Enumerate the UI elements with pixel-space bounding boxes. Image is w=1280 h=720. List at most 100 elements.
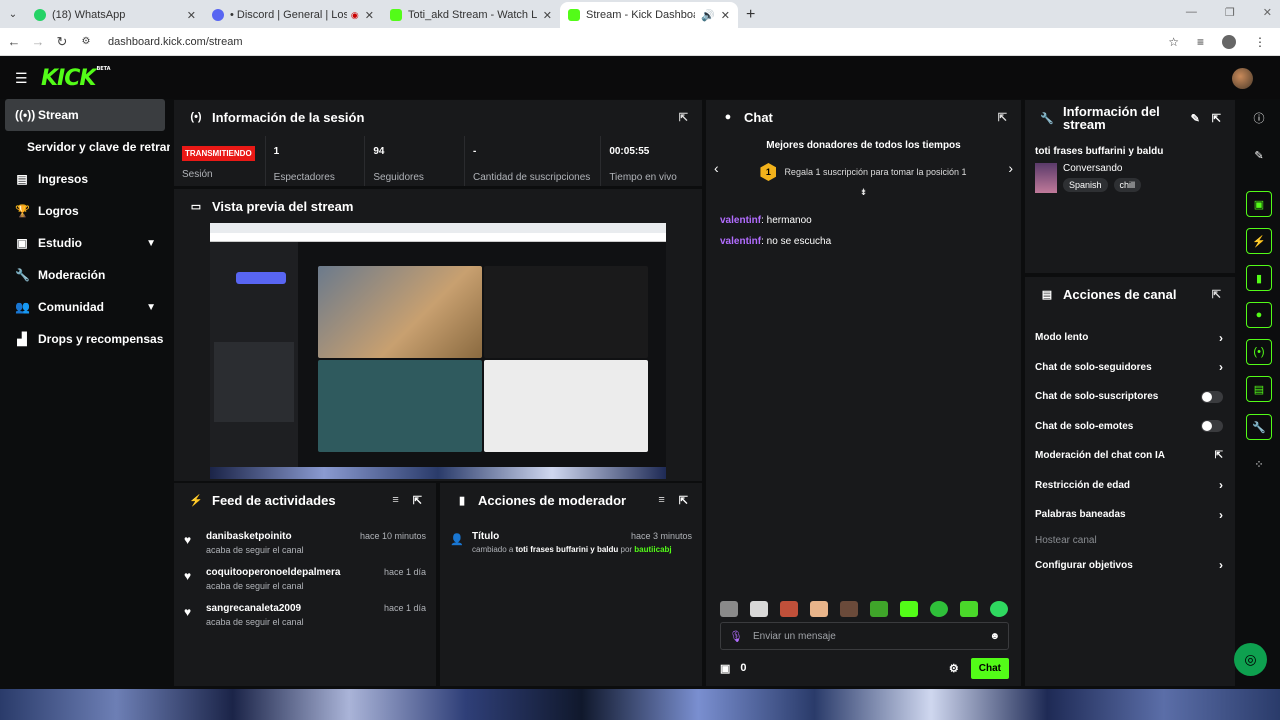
edit-pencil-icon[interactable]: ✎ <box>1191 112 1200 125</box>
close-icon[interactable]: ✕ <box>365 9 374 22</box>
browser-tab-kick-dashboard[interactable]: Stream - Kick Dashboard 🔊 ✕ <box>560 2 738 28</box>
extensions-icon[interactable]: ≡ <box>1197 35 1204 49</box>
site-info-icon[interactable]: ⚙ <box>74 36 98 47</box>
category-name[interactable]: Conversando <box>1063 163 1141 174</box>
action-slow-mode[interactable]: Modo lento › <box>1025 323 1235 353</box>
chat-username[interactable]: valentinf <box>720 215 761 226</box>
chevron-right-icon[interactable]: › <box>1008 160 1013 176</box>
broadcast-icon[interactable]: (•) <box>1246 339 1272 365</box>
category-thumbnail[interactable] <box>1035 163 1057 193</box>
chat-input[interactable]: 🎙 Enviar un mensaje ☻ <box>720 622 1009 650</box>
sidebar-item-community[interactable]: 👥 Comunidad ▼ <box>0 291 170 323</box>
hamburger-icon[interactable]: ☰ <box>15 70 29 87</box>
edit-pencil-icon[interactable]: ✎ <box>1246 142 1272 168</box>
sidebar-item-moderation[interactable]: 🔧 Moderación <box>0 259 170 291</box>
action-label: Palabras baneadas <box>1035 509 1126 521</box>
tag-chip[interactable]: Spanish <box>1063 178 1108 192</box>
info-icon[interactable]: ⓘ <box>1246 105 1272 131</box>
bookmark-star-icon[interactable]: ☆ <box>1168 35 1179 49</box>
filter-icon[interactable]: ≡ <box>392 494 398 506</box>
emotes-only-toggle[interactable] <box>1201 420 1223 433</box>
action-configure-goals[interactable]: Configurar objetivos › <box>1025 551 1235 581</box>
wrench-icon[interactable]: 🔧 <box>1246 414 1272 440</box>
top-donors-carousel: Mejores donadores de todos los tiempos ‹… <box>706 140 1021 204</box>
feed-action: acaba de seguir el canal <box>206 617 304 627</box>
emote[interactable] <box>780 601 798 617</box>
action-ai-moderation[interactable]: Moderación del chat con IA ⇱ <box>1025 441 1235 471</box>
sidebar-item-achievements[interactable]: 🏆 Logros <box>0 195 170 227</box>
sidebar-item-server-key[interactable]: Servidor y clave de retransmisión <box>0 131 170 163</box>
close-icon[interactable]: ✕ <box>543 9 552 22</box>
sidebar-item-label: Ingresos <box>38 172 89 186</box>
emote[interactable] <box>810 601 828 617</box>
new-tab-button[interactable]: + <box>738 2 768 28</box>
popout-icon[interactable]: ⇱ <box>413 494 422 507</box>
close-icon[interactable]: ✕ <box>721 9 730 22</box>
action-banned-words[interactable]: Palabras baneadas › <box>1025 500 1235 530</box>
chevron-left-icon[interactable]: ‹ <box>714 160 719 176</box>
tab-search-icon[interactable]: ⌄ <box>0 0 26 28</box>
support-button[interactable]: ◎ <box>1234 643 1267 676</box>
user-avatar[interactable] <box>1232 68 1253 89</box>
popout-icon[interactable]: ⇱ <box>679 111 688 124</box>
points-icon[interactable]: ▣ <box>720 662 730 675</box>
collapse-icon[interactable]: ⇟ <box>706 187 1021 198</box>
stat-subscriptions: - Cantidad de suscripciones <box>465 136 602 186</box>
browser-tab-whatsapp[interactable]: (18) WhatsApp ✕ <box>26 2 204 28</box>
emote[interactable] <box>900 601 918 617</box>
sidebar-item-studio[interactable]: ▣ Estudio ▼ <box>0 227 170 259</box>
focus-icon[interactable]: ▣ <box>1246 191 1272 217</box>
settings-gear-icon[interactable]: ⚙ <box>949 662 959 675</box>
emote[interactable] <box>930 601 948 617</box>
filter-icon[interactable]: ≡ <box>658 494 664 506</box>
close-window-icon[interactable]: ✕ <box>1263 6 1272 19</box>
chat-username[interactable]: valentinf <box>720 236 761 247</box>
stat-live: TRANSMITIENDO Sesión <box>174 136 266 186</box>
browser-tab-kick-watch[interactable]: Toti_akd Stream - Watch Live o ✕ <box>382 2 560 28</box>
stream-preview-video[interactable] <box>210 223 666 479</box>
add-widget-icon[interactable]: ⁘ <box>1246 451 1272 477</box>
emoji-icon[interactable]: ☻ <box>989 631 1000 642</box>
kick-logo[interactable]: KICKBETA <box>41 66 111 91</box>
feed-username[interactable]: coquitooperonoeldepalmera <box>206 567 340 578</box>
menu-dots-icon[interactable]: ⋮ <box>1254 35 1266 49</box>
chat-bubble-icon[interactable]: ● <box>1246 302 1272 328</box>
emote[interactable] <box>840 601 858 617</box>
audio-icon[interactable]: 🔊 <box>701 9 715 22</box>
feed-username[interactable]: danibasketpoinito <box>206 531 304 542</box>
emote[interactable] <box>870 601 888 617</box>
subscribers-only-toggle[interactable] <box>1201 390 1223 403</box>
channel-actions-icon[interactable]: ▤ <box>1246 376 1272 402</box>
popout-icon[interactable]: ⇱ <box>679 494 688 507</box>
popout-icon[interactable]: ⇱ <box>1212 288 1221 301</box>
microphone-icon[interactable]: 🎙 <box>729 630 743 643</box>
emote[interactable] <box>960 601 978 617</box>
tag-chip[interactable]: chill <box>1113 178 1142 192</box>
emote[interactable] <box>750 601 768 617</box>
minimize-icon[interactable]: — <box>1186 6 1197 19</box>
popout-icon[interactable]: ⇱ <box>998 111 1007 124</box>
lightning-icon[interactable]: ⚡ <box>1246 228 1272 254</box>
sidebar-item-drops[interactable]: ▟ Drops y recompensas <box>0 323 170 355</box>
browser-tab-discord[interactable]: • Discord | General | Los arg ◉ ✕ <box>204 2 382 28</box>
document-icon[interactable]: ▮ <box>1246 265 1272 291</box>
action-followers-only[interactable]: Chat de solo-seguidores › <box>1025 353 1235 383</box>
popout-icon[interactable]: ⇱ <box>1212 112 1221 125</box>
user-edit-icon: 👤 <box>450 534 464 546</box>
maximize-icon[interactable]: ❐ <box>1225 6 1235 19</box>
sidebar-item-stream[interactable]: ((•)) Stream <box>5 99 165 131</box>
back-icon[interactable]: ← <box>2 34 26 49</box>
feed-username[interactable]: sangrecanaleta2009 <box>206 603 304 614</box>
url-field[interactable]: dashboard.kick.com/stream <box>108 36 1168 48</box>
profile-avatar[interactable] <box>1222 34 1236 49</box>
heart-icon: ♥ <box>184 605 192 619</box>
emote[interactable] <box>990 601 1008 617</box>
mod-username[interactable]: bautiicabj <box>634 545 671 554</box>
action-age-restriction[interactable]: Restricción de edad › <box>1025 471 1235 501</box>
chat-send-button[interactable]: Chat <box>970 657 1009 679</box>
forward-icon[interactable]: → <box>26 34 50 49</box>
reload-icon[interactable]: ↻ <box>50 34 74 50</box>
sidebar-item-income[interactable]: ▤ Ingresos <box>0 163 170 195</box>
close-icon[interactable]: ✕ <box>187 9 196 22</box>
emote[interactable] <box>720 601 738 617</box>
